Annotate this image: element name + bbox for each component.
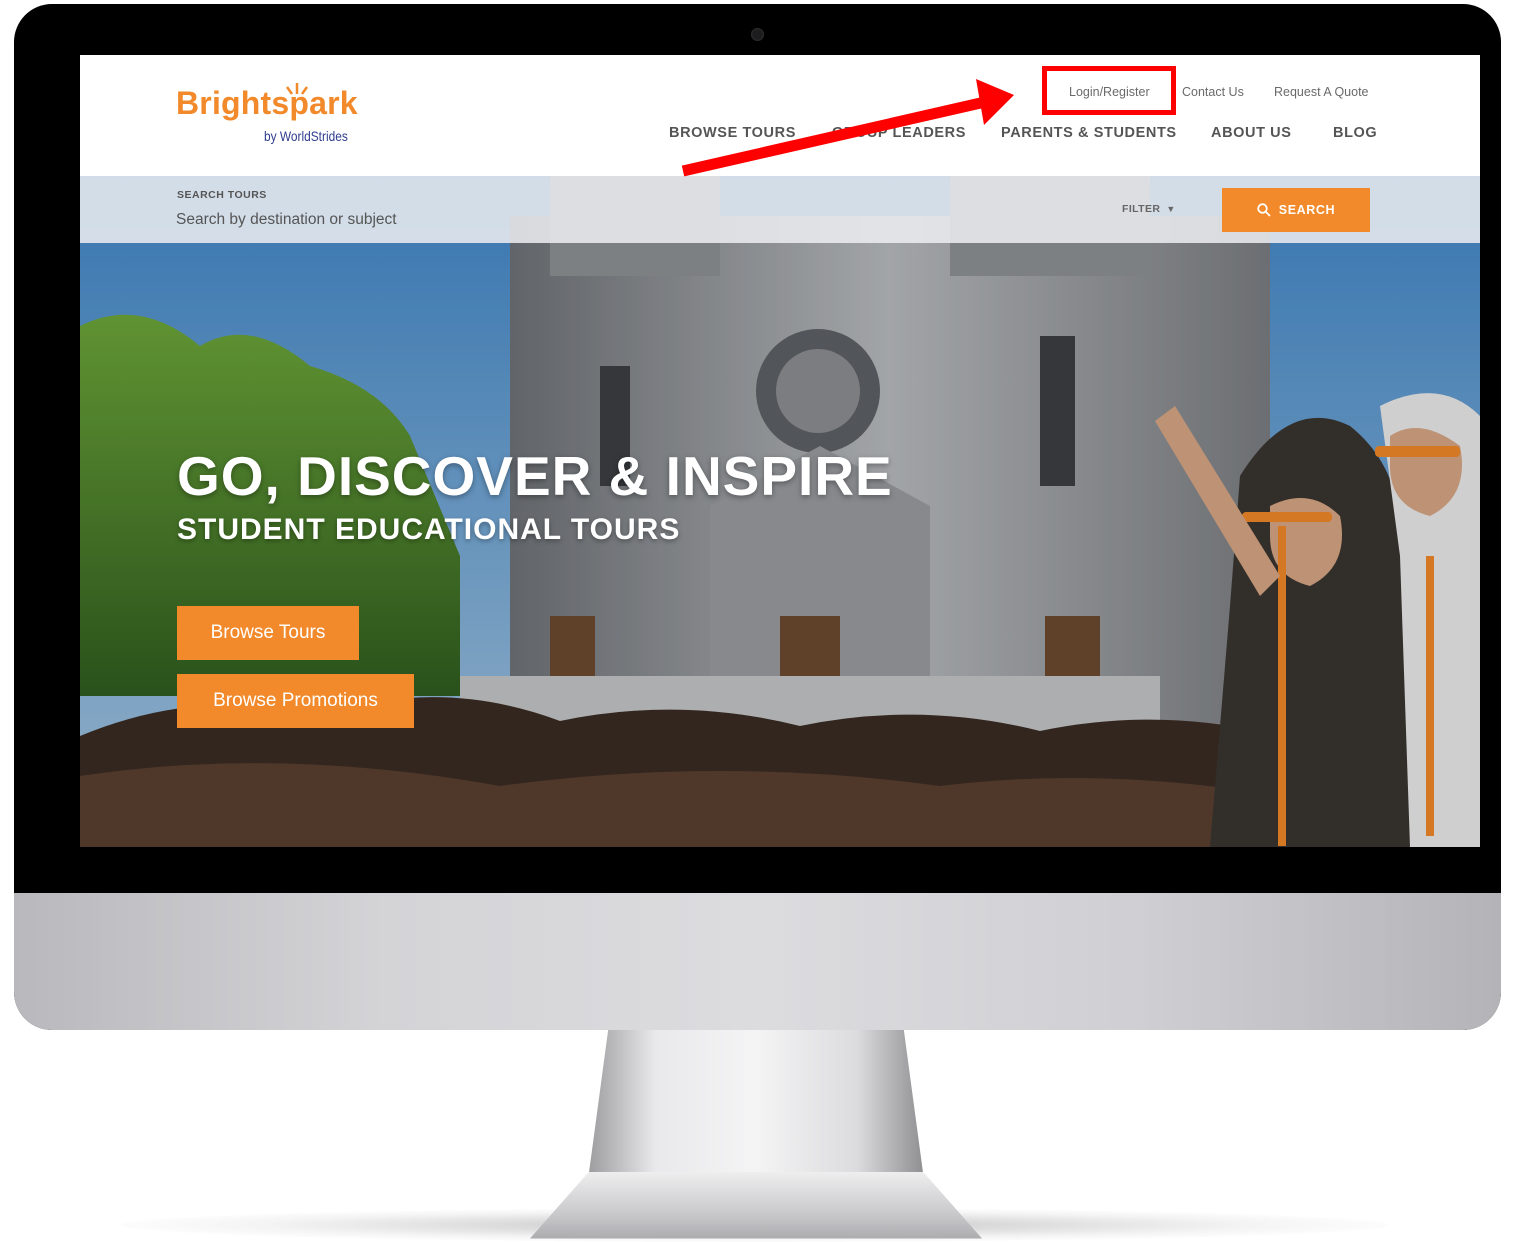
search-tours-label: SEARCH TOURS — [177, 189, 267, 201]
login-highlight-box — [1042, 66, 1176, 115]
nav-about-us[interactable]: ABOUT US — [1211, 125, 1292, 141]
hero-subtitle: STUDENT EDUCATIONAL TOURS — [177, 513, 681, 546]
hero-title: GO, DISCOVER & INSPIRE — [177, 445, 893, 507]
hero-banner: SEARCH TOURS FILTER ▼ SEARCH GO, DISCOVER… — [80, 176, 1480, 847]
filter-dropdown[interactable]: FILTER ▼ — [1122, 203, 1176, 215]
browse-promotions-button[interactable]: Browse Promotions — [177, 674, 414, 728]
search-icon — [1257, 203, 1271, 217]
brightspark-logo[interactable]: Brightspark by WorldStrides — [176, 79, 376, 149]
logo-tagline: by WorldStrides — [264, 128, 348, 144]
request-quote-link[interactable]: Request A Quote — [1274, 85, 1369, 99]
spark-icon — [285, 83, 309, 95]
chevron-down-icon: ▼ — [1166, 204, 1176, 214]
monitor-stand-neck — [588, 1030, 924, 1180]
monitor-frame: Brightspark by WorldStrides Login/Regist… — [14, 4, 1501, 1030]
search-tours-bar: SEARCH TOURS FILTER ▼ SEARCH — [80, 176, 1480, 243]
nav-blog[interactable]: BLOG — [1333, 125, 1377, 141]
browser-viewport: Brightspark by WorldStrides Login/Regist… — [80, 55, 1480, 847]
search-tours-input[interactable] — [176, 208, 576, 232]
nav-group-leaders[interactable]: GROUP LEADERS — [832, 125, 966, 141]
nav-browse-tours[interactable]: BROWSE TOURS — [669, 125, 796, 141]
monitor-stand-base — [530, 1172, 982, 1239]
filter-label: FILTER — [1122, 203, 1161, 215]
search-button[interactable]: SEARCH — [1222, 188, 1370, 232]
hero-background-photo — [80, 176, 1480, 847]
search-button-label: SEARCH — [1278, 203, 1336, 217]
logo-wordmark: Brightspark — [176, 85, 358, 121]
monitor-chin — [14, 893, 1501, 1030]
site-header: Brightspark by WorldStrides Login/Regist… — [80, 55, 1480, 176]
contact-us-link[interactable]: Contact Us — [1182, 85, 1244, 99]
camera-icon — [751, 28, 764, 41]
browse-tours-button[interactable]: Browse Tours — [177, 606, 359, 660]
nav-parents-students[interactable]: PARENTS & STUDENTS — [1001, 125, 1177, 141]
